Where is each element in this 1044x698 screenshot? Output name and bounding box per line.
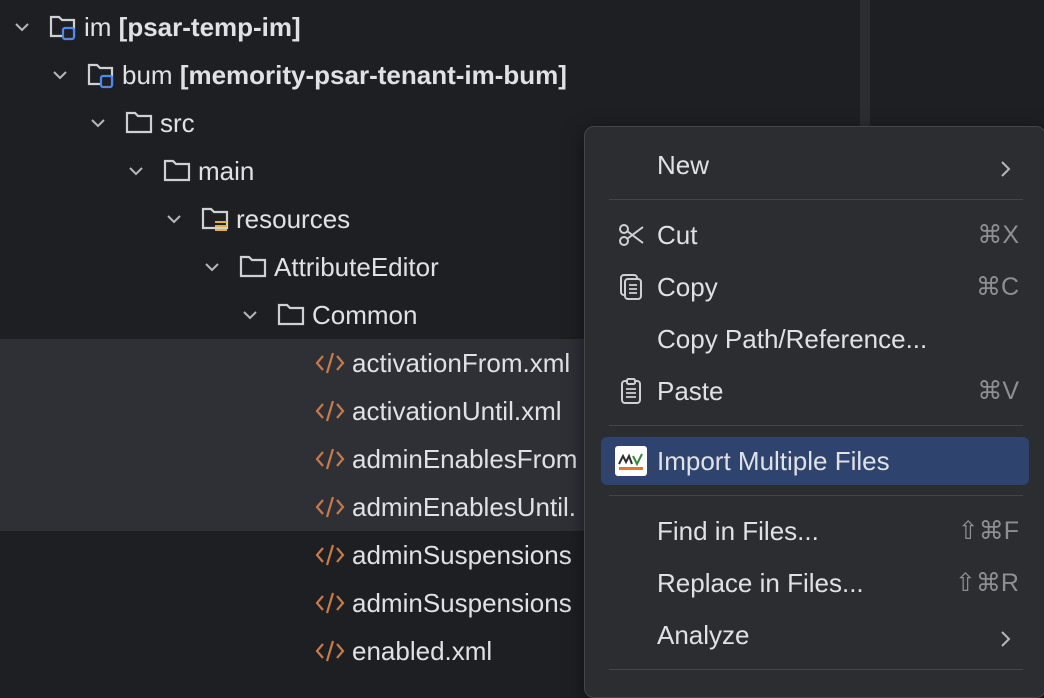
menu-separator (609, 425, 1023, 426)
scissors-icon (615, 219, 647, 251)
folder-icon (162, 156, 192, 186)
menu-separator (609, 669, 1023, 670)
chevron-down-icon[interactable] (202, 257, 222, 277)
menu-item-copy-path[interactable]: Copy Path/Reference... (601, 315, 1029, 363)
xml-file-icon (314, 397, 346, 425)
copy-icon (615, 271, 647, 303)
menu-item-copy[interactable]: Copy ⌘C (601, 263, 1029, 311)
tree-item-label: enabled.xml (352, 635, 493, 666)
tree-item-im-module[interactable]: im [psar-temp-im] (0, 3, 860, 51)
chevron-down-icon[interactable] (126, 161, 146, 181)
tree-item-label: adminEnablesFrom (352, 443, 578, 474)
folder-icon (276, 300, 306, 330)
chevron-down-icon[interactable] (164, 209, 184, 229)
tree-item-label: resources (236, 203, 351, 234)
xml-file-icon (314, 445, 346, 473)
folder-icon (124, 108, 154, 138)
menu-separator (609, 199, 1023, 200)
tree-item-label: AttributeEditor (274, 251, 439, 282)
menu-item-analyze[interactable]: Analyze (601, 611, 1029, 659)
menu-item-cut[interactable]: Cut ⌘X (601, 211, 1029, 259)
tree-item-label: src (160, 107, 195, 138)
tree-item-label: adminEnablesUntil. (352, 491, 577, 522)
tree-item-label: activationUntil.xml (352, 395, 562, 426)
tree-item-label: activationFrom.xml (352, 347, 571, 378)
context-menu: New Cut ⌘X Copy ⌘C Copy Path/Reference..… (584, 126, 1044, 698)
menu-separator (609, 495, 1023, 496)
resources-folder-icon (200, 204, 230, 234)
tree-item-label: im [psar-temp-im] (84, 11, 301, 42)
tree-item-label: adminSuspensions (352, 587, 572, 618)
tree-item-bum-module[interactable]: bum [memority-psar-tenant-im-bum] (0, 51, 860, 99)
clipboard-icon (615, 375, 647, 407)
menu-item-find-in-files[interactable]: Find in Files... ⇧⌘F (601, 507, 1029, 555)
xml-file-icon (314, 493, 346, 521)
chevron-right-icon (997, 155, 1015, 186)
chevron-down-icon[interactable] (12, 17, 32, 37)
xml-file-icon (314, 541, 346, 569)
chevron-right-icon (997, 625, 1015, 656)
tree-item-label: adminSuspensions (352, 539, 572, 570)
module-icon (48, 12, 78, 42)
xml-file-icon (314, 589, 346, 617)
tree-item-label: Common (312, 299, 418, 330)
xml-file-icon (314, 637, 346, 665)
chevron-down-icon[interactable] (240, 305, 260, 325)
menu-item-paste[interactable]: Paste ⌘V (601, 367, 1029, 415)
plugin-logo-icon (615, 445, 647, 477)
menu-item-new[interactable]: New (601, 141, 1029, 189)
xml-file-icon (314, 349, 346, 377)
chevron-down-icon[interactable] (50, 65, 70, 85)
menu-item-import-multiple-files[interactable]: Import Multiple Files (601, 437, 1029, 485)
folder-icon (238, 252, 268, 282)
menu-item-replace-in-files[interactable]: Replace in Files... ⇧⌘R (601, 559, 1029, 607)
chevron-down-icon[interactable] (88, 113, 108, 133)
module-icon (86, 60, 116, 90)
tree-item-label: bum [memority-psar-tenant-im-bum] (122, 59, 567, 90)
tree-item-label: main (198, 155, 255, 186)
